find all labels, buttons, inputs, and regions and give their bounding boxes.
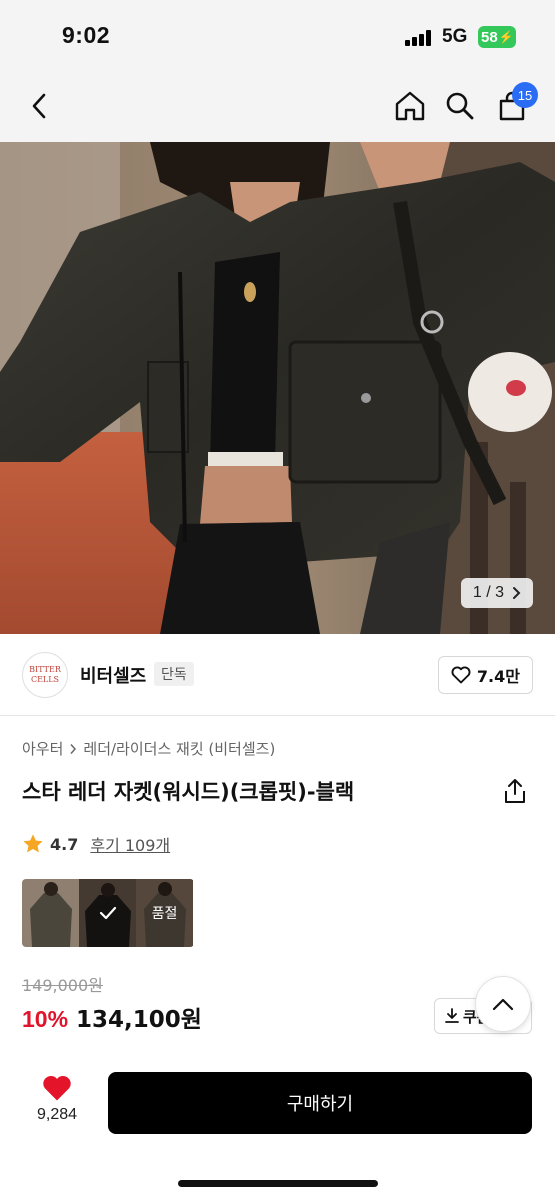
wishlist-button[interactable]: 9,284 xyxy=(22,1074,92,1124)
cart-button[interactable]: 15 xyxy=(490,82,538,128)
network-label: 5G xyxy=(442,26,468,47)
battery-level: 58 xyxy=(481,28,498,46)
brand-like-button[interactable]: 7.4만 xyxy=(437,656,533,694)
star-icon xyxy=(23,834,43,853)
battery-icon: 58 ⚡ xyxy=(478,26,516,48)
breadcrumb-level1[interactable]: 아우터 xyxy=(22,738,63,759)
brand-like-count: 7.4만 xyxy=(476,667,520,686)
color-option-2-soldout[interactable] xyxy=(79,879,136,947)
search-button[interactable] xyxy=(438,84,482,128)
product-photo xyxy=(0,142,555,634)
image-counter-text: 1 / 3 xyxy=(472,584,504,601)
soldout-label: 품절 xyxy=(151,906,178,922)
heart-outline-icon xyxy=(451,666,471,684)
status-time: 9:02 xyxy=(62,22,111,48)
chevron-up-icon xyxy=(492,998,514,1011)
price-row: 10% 134,100원 xyxy=(22,1000,202,1034)
back-button[interactable] xyxy=(18,84,62,128)
color-options: 품절 xyxy=(22,879,194,947)
cart-badge: 15 xyxy=(512,82,538,108)
chevron-left-icon xyxy=(32,93,46,119)
image-counter[interactable]: 1 / 3 xyxy=(460,578,533,608)
share-icon xyxy=(505,779,525,803)
home-icon xyxy=(395,91,425,121)
breadcrumb: 아우터 레더/라이더스 재킷 (비터셀즈) xyxy=(22,738,275,759)
home-indicator xyxy=(178,1180,378,1187)
buy-button[interactable]: 구매하기 xyxy=(108,1072,532,1134)
product-image[interactable]: 1 / 3 xyxy=(0,142,555,634)
color-option-3-soldout[interactable]: 품절 xyxy=(136,879,193,947)
original-price: 149,000원 xyxy=(22,976,103,995)
chevron-right-icon xyxy=(513,587,521,599)
home-button[interactable] xyxy=(388,84,432,128)
chevron-right-icon xyxy=(70,743,77,754)
download-icon xyxy=(445,1008,459,1023)
scroll-top-button[interactable] xyxy=(475,976,531,1032)
color-option-photo xyxy=(22,879,79,947)
heart-filled-icon xyxy=(43,1075,71,1101)
color-option-1[interactable] xyxy=(22,879,79,947)
status-bar: 9:02 5G 58 ⚡ xyxy=(0,0,555,72)
sale-price: 134,100원 xyxy=(76,1007,202,1033)
product-title: 스타 레더 자켓(워시드)(크롭핏)-블랙 xyxy=(22,780,355,804)
signal-icon xyxy=(405,30,435,46)
rating-score: 4.7 xyxy=(50,834,79,854)
rating: 4.7 후기 109개 xyxy=(22,832,170,856)
brand-logo-line1: BITTER xyxy=(29,665,61,674)
wishlist-count: 9,284 xyxy=(36,1106,78,1123)
search-icon xyxy=(446,92,474,120)
bottom-bar: 9,284 구매하기 xyxy=(0,1052,555,1200)
selected-check-icon xyxy=(79,879,136,947)
brand-logo[interactable]: BITTER CELLS xyxy=(22,652,68,698)
discount-rate: 10% xyxy=(22,1006,69,1032)
share-button[interactable] xyxy=(503,778,531,806)
brand-name[interactable]: 비터셀즈 xyxy=(80,662,146,688)
breadcrumb-level2[interactable]: 레더/라이더스 재킷 (비터셀즈) xyxy=(83,738,275,759)
nav-bar: 15 xyxy=(0,72,555,142)
brand-row: BITTER CELLS 비터셀즈 단독 7.4만 xyxy=(0,634,555,716)
exclusive-badge: 단독 xyxy=(154,662,194,686)
review-link[interactable]: 후기 109개 xyxy=(90,832,170,856)
brand-logo-line2: CELLS xyxy=(30,675,60,684)
